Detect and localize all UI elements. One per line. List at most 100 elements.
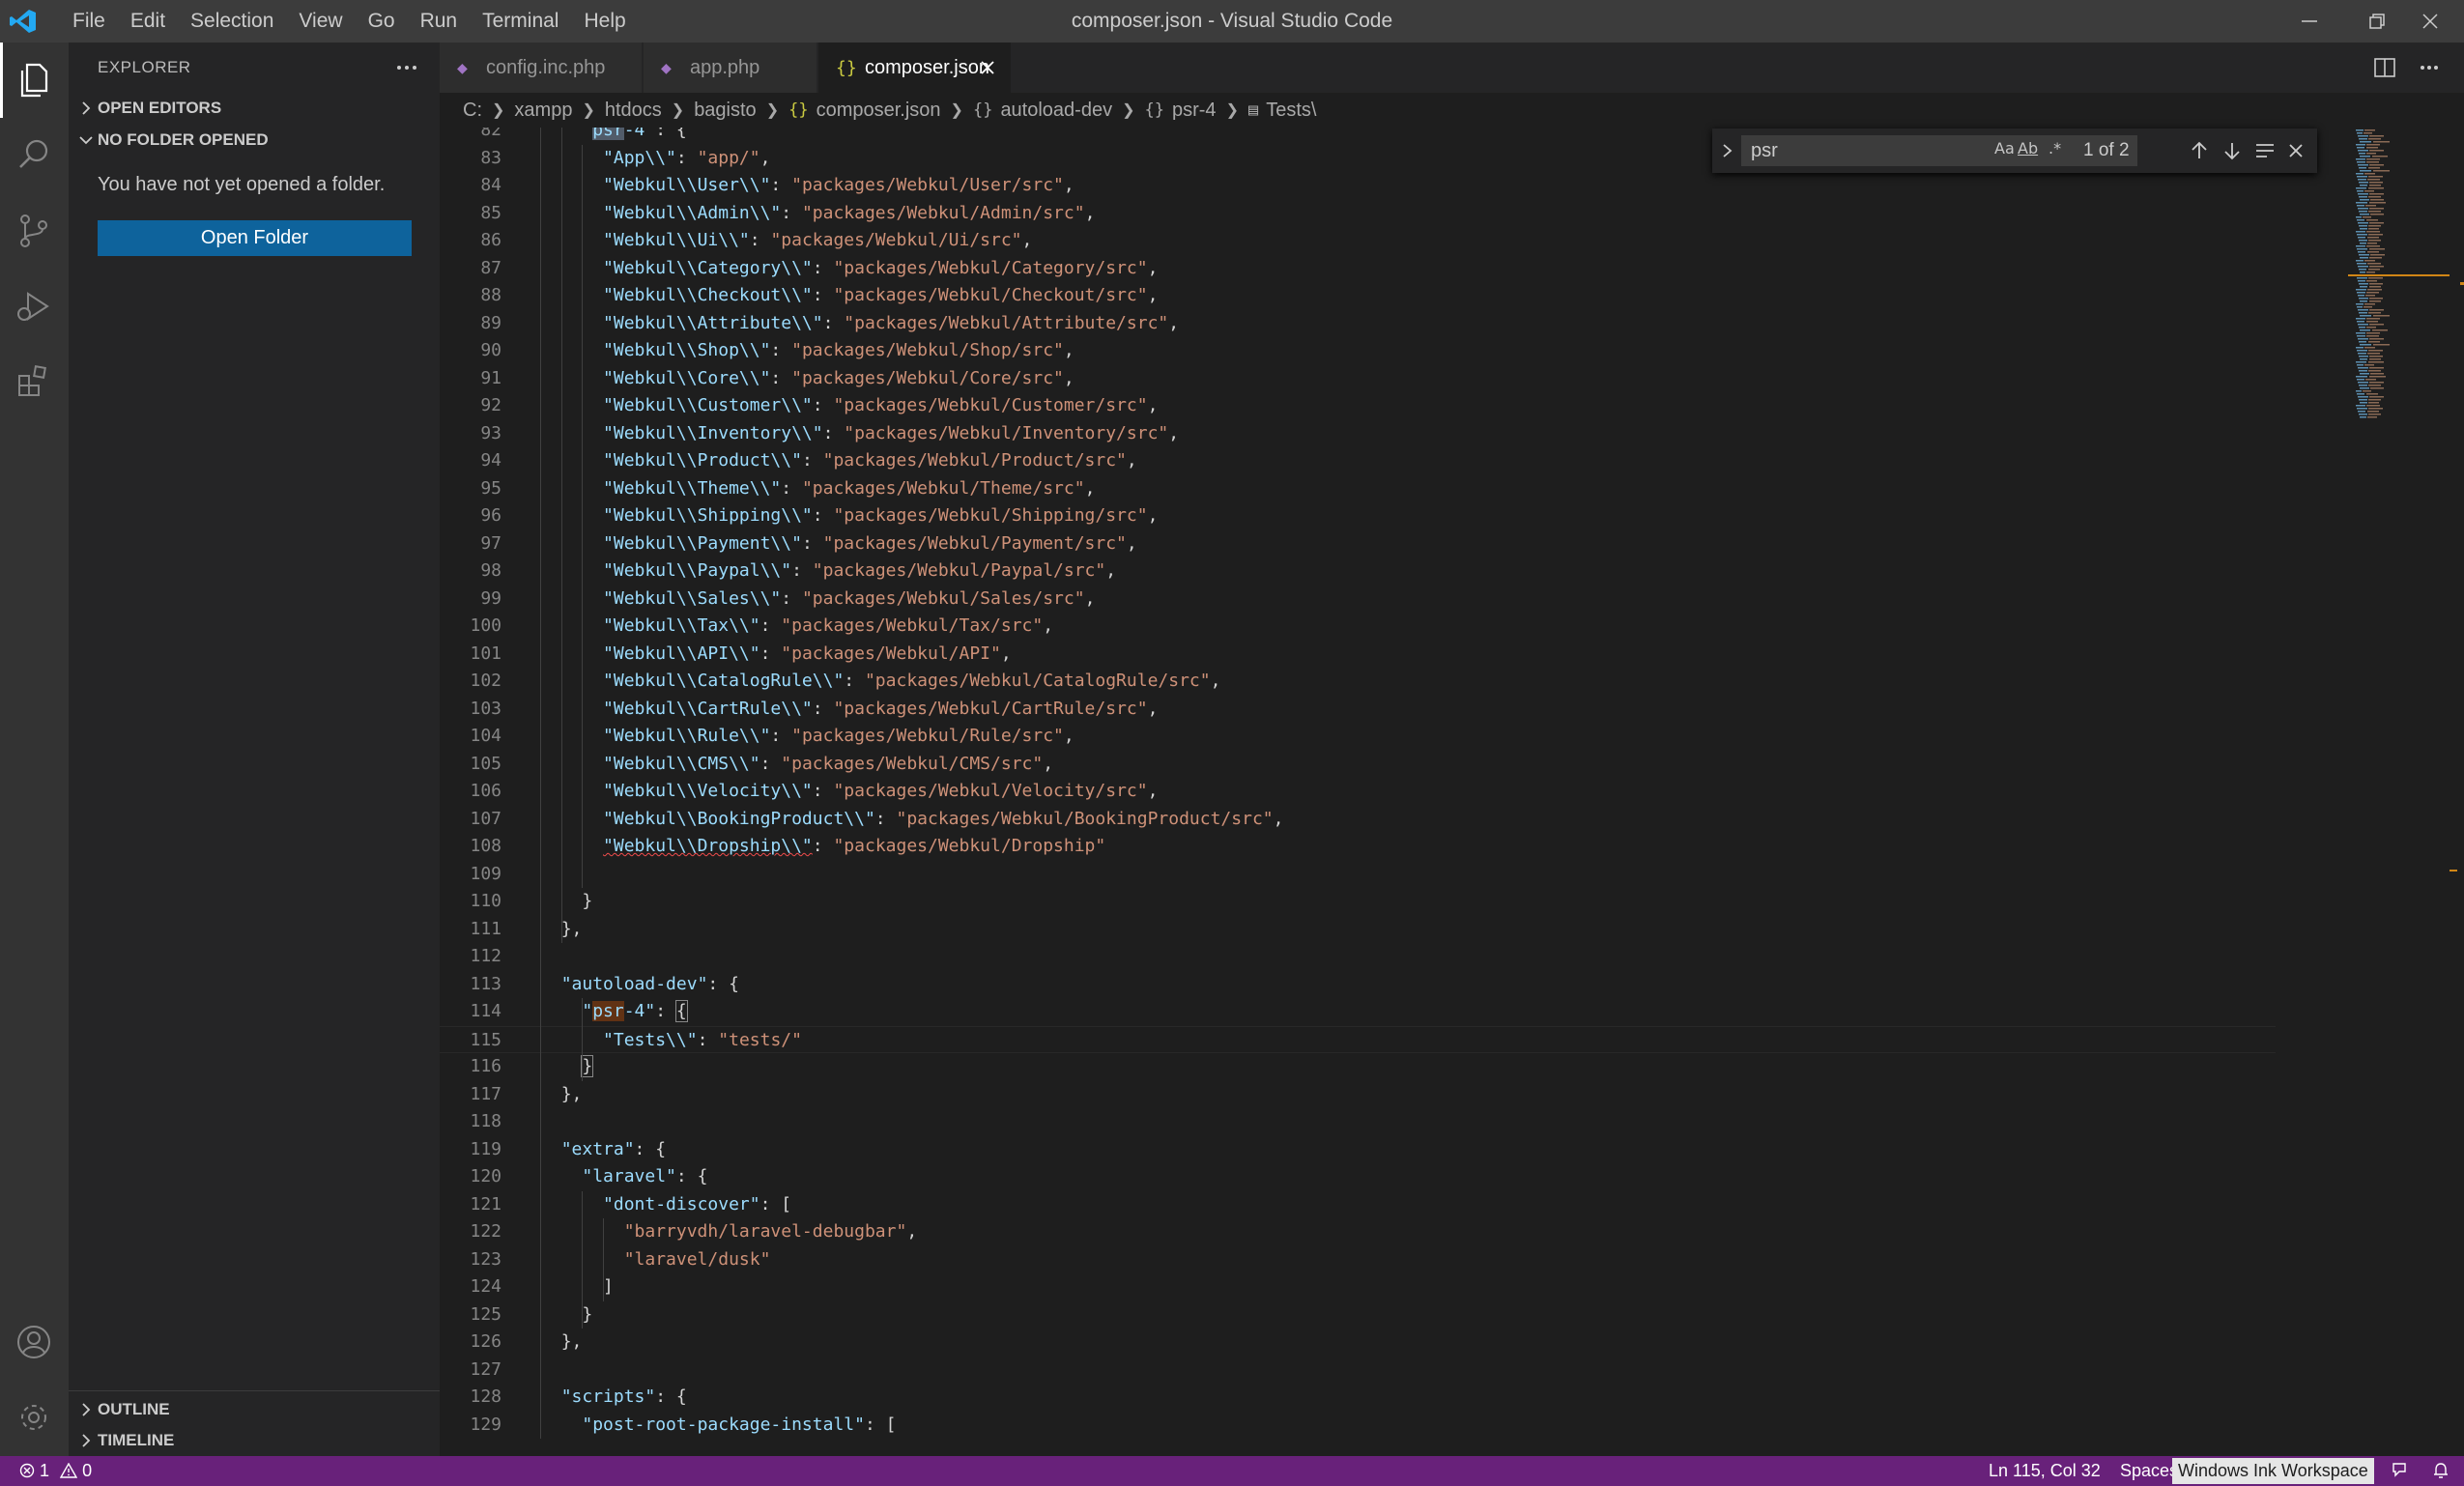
breadcrumb-item[interactable]: composer.json <box>817 100 941 122</box>
code-token: "Webkul\\Category\\" <box>603 257 813 278</box>
code-token: "laravel" <box>582 1166 676 1186</box>
activity-source-control[interactable] <box>0 193 69 269</box>
breadcrumb-item[interactable]: htdocs <box>605 100 662 122</box>
code-text: "post-root-package-install": [ <box>540 1412 896 1440</box>
code-text: "Webkul\\User\\": "packages/Webkul/User/… <box>540 172 1074 200</box>
code-token: "extra" <box>560 1138 635 1159</box>
line-number: 82 <box>480 128 501 140</box>
code-token: "Webkul\\Product\\" <box>603 450 802 471</box>
code-token: , <box>1147 257 1159 278</box>
code-token: , <box>1084 477 1096 499</box>
minimap[interactable] <box>2348 128 2464 437</box>
menu-file[interactable]: File <box>60 0 118 43</box>
close-icon <box>2422 14 2438 29</box>
code-token: }, <box>560 1331 583 1352</box>
warning-count: 0 <box>82 1461 93 1480</box>
code-line: 118 <box>440 1108 2372 1136</box>
no-folder-section[interactable]: NO FOLDER OPENED <box>69 125 440 156</box>
line-number: 115 <box>470 1029 501 1050</box>
breadcrumb-item[interactable]: xampp <box>514 100 572 122</box>
breadcrumb-item[interactable]: bagisto <box>694 100 757 122</box>
whole-word-icon[interactable]: Ab <box>2018 139 2038 157</box>
cursor-position[interactable]: Ln 115, Col 32 <box>1989 1456 2101 1486</box>
code-token: : <box>770 726 792 746</box>
notifications-button[interactable] <box>2431 1456 2450 1486</box>
code-token: "packages/Webkul/Shop/src" <box>791 340 1064 360</box>
menu-terminal[interactable]: Terminal <box>470 0 571 43</box>
toggle-replace-icon[interactable] <box>1718 138 1737 163</box>
split-editor-icon[interactable] <box>2373 56 2396 79</box>
line-number: 128 <box>470 1386 501 1407</box>
sidebar-more-actions-button[interactable] <box>387 52 426 83</box>
code-token: "packages/Webkul/Theme/src" <box>801 477 1085 499</box>
menu-selection[interactable]: Selection <box>178 0 286 43</box>
bell-icon <box>2434 1463 2448 1478</box>
find-in-selection-icon[interactable] <box>2251 137 2278 164</box>
code-line: 100 "Webkul\\Tax\\": "packages/Webkul/Ta… <box>440 613 2372 641</box>
breadcrumb-item[interactable]: Tests\ <box>1266 100 1316 122</box>
breadcrumb-item[interactable]: autoload-dev <box>1000 100 1112 122</box>
close-icon[interactable] <box>976 56 999 79</box>
activity-run-debug[interactable] <box>0 269 69 344</box>
line-number: 116 <box>470 1056 501 1076</box>
menu-help[interactable]: Help <box>571 0 638 43</box>
code-token: "app/" <box>697 147 760 168</box>
open-editors-section[interactable]: OPEN EDITORS <box>69 93 440 124</box>
feedback-button[interactable] <box>2391 1456 2410 1486</box>
code-token: "post-root-package-install" <box>582 1414 865 1435</box>
tab-config-inc-php[interactable]: ◆ config.inc.php <box>440 43 643 93</box>
find-match: psr <box>592 128 624 140</box>
arrow-up-icon[interactable] <box>2186 137 2213 164</box>
chevron-right-icon: ❯ <box>1225 102 1239 119</box>
activity-search[interactable] <box>0 118 69 193</box>
vertical-scrollbar[interactable] <box>2450 128 2464 1456</box>
line-number: 106 <box>470 781 501 801</box>
menu-edit[interactable]: Edit <box>118 0 178 43</box>
code-token: "Webkul\\Customer\\" <box>603 395 813 415</box>
windows-ink-tooltip: Windows Ink Workspace <box>2172 1458 2374 1484</box>
code-line: 99 "Webkul\\Sales\\": "packages/Webkul/S… <box>440 586 2372 614</box>
line-number: 97 <box>480 532 501 554</box>
minimize-button[interactable] <box>2276 0 2343 43</box>
arrow-down-icon[interactable] <box>2219 137 2246 164</box>
code-line: 96 "Webkul\\Shipping\\": "packages/Webku… <box>440 502 2372 530</box>
breadcrumb-item[interactable]: C: <box>463 100 482 122</box>
code-token: "packages/Webkul/Ui/src" <box>770 230 1022 250</box>
activity-extensions[interactable] <box>0 344 69 419</box>
activity-accounts[interactable] <box>0 1304 69 1380</box>
find-input[interactable] <box>1741 135 2137 166</box>
code-token: "Webkul\\Attribute\\" <box>603 312 823 333</box>
tab-app-php[interactable]: ◆ app.php <box>644 43 817 93</box>
indentation[interactable]: Spaces <box>2120 1456 2178 1486</box>
code-token: "Webkul\\Rule\\" <box>603 726 771 746</box>
menu-run[interactable]: Run <box>408 0 471 43</box>
breadcrumb-item[interactable]: psr-4 <box>1172 100 1217 122</box>
activity-manage[interactable] <box>0 1380 69 1455</box>
code-text: "Webkul\\API\\": "packages/Webkul/API", <box>540 641 1012 669</box>
code-editor[interactable]: 82 "psr-4": {83 "App\\": "app/", 84 "Webk… <box>440 128 2464 1456</box>
code-text: "Webkul\\Payment\\": "packages/Webkul/Pa… <box>540 530 1137 558</box>
code-line: 88 "Webkul\\Checkout\\": "packages/Webku… <box>440 282 2372 310</box>
menu-view[interactable]: View <box>286 0 355 43</box>
menu-go[interactable]: Go <box>356 0 408 43</box>
code-line: 123 "laravel/dusk" <box>440 1246 2372 1274</box>
match-case-icon[interactable]: Aa <box>1994 139 2015 157</box>
more-icon[interactable] <box>2418 56 2441 79</box>
problems-indicator[interactable]: 1 0 <box>19 1456 92 1486</box>
code-line: 94 "Webkul\\Product\\": "packages/Webkul… <box>440 447 2372 475</box>
open-folder-button[interactable]: Open Folder <box>98 220 412 256</box>
json-icon: {} <box>788 100 809 120</box>
regex-icon[interactable]: .* <box>2049 139 2061 157</box>
close-icon[interactable] <box>2282 137 2309 164</box>
tab-composer-json[interactable]: {} composer.json <box>818 43 1012 93</box>
timeline-section[interactable]: TIMELINE <box>69 1425 440 1456</box>
code-text: "App\\": "app/", <box>540 145 770 173</box>
code-text: "laravel": { <box>540 1163 707 1191</box>
code-line: 112 <box>440 943 2372 971</box>
activity-explorer[interactable] <box>0 43 69 118</box>
close-window-button[interactable] <box>2396 0 2464 43</box>
code-token: , <box>1210 671 1221 691</box>
code-line: 98 "Webkul\\Paypal\\": "packages/Webkul/… <box>440 557 2372 586</box>
code-text: "Webkul\\Shipping\\": "packages/Webkul/S… <box>540 502 1158 530</box>
outline-section[interactable]: OUTLINE <box>69 1394 440 1425</box>
